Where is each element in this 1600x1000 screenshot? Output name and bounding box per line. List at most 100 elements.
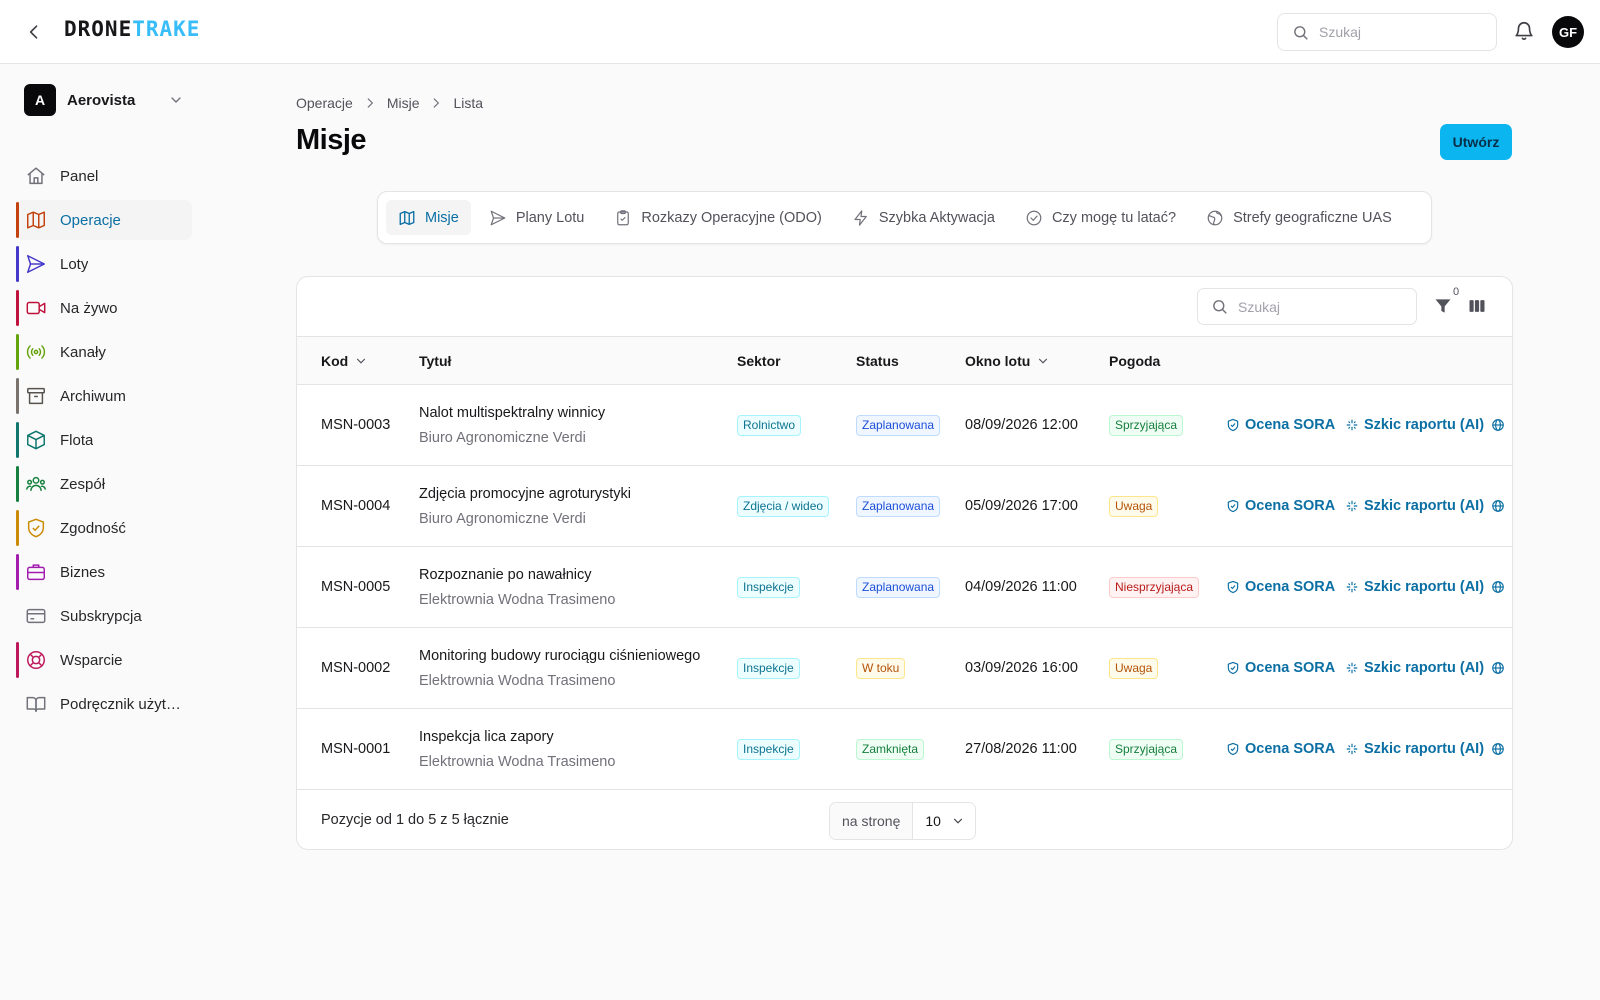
shield-check-icon [1227,418,1239,432]
chevron-left-icon [29,25,38,39]
user-avatar[interactable]: GF [1552,16,1584,48]
globe-icon[interactable] [1491,418,1505,432]
back-button[interactable] [22,20,46,44]
mission-title[interactable]: Zdjęcia promocyjne agroturystyki [419,486,631,502]
sidebar-item-podrecznik[interactable]: Podręcznik użytkownika [16,684,192,724]
sora-assessment-link[interactable]: Ocena SORA [1226,741,1335,757]
column-header-window[interactable]: Okno lotu [965,337,1050,385]
tab-plany-lotu[interactable]: Plany Lotu [477,200,597,235]
sidebar-item-kanaly[interactable]: Kanały [16,332,192,372]
sora-assessment-link[interactable]: Ocena SORA [1226,498,1335,514]
globe-icon[interactable] [1491,742,1505,756]
breadcrumb-item[interactable]: Misje [387,95,420,111]
lifebuoy-icon [27,651,45,669]
mission-title-cell: Rozpoznanie po nawałnicy Elektrownia Wod… [419,547,615,627]
status-badge: Zaplanowana [856,495,941,517]
mission-title[interactable]: Nalot multispektralny winnicy [419,405,605,421]
sidebar-item-wsparcie[interactable]: Wsparcie [16,640,192,680]
sidebar-item-operacje[interactable]: Operacje [16,200,192,240]
global-search-input[interactable] [1319,24,1479,40]
chevron-right-icon [434,98,440,108]
chevron-down-icon [1039,358,1048,364]
sora-assessment-link[interactable]: Ocena SORA [1226,417,1335,433]
org-name: Aerovista [67,91,136,109]
column-header-status: Status [856,353,899,369]
weather-badge: Uwaga [1109,495,1159,517]
flight-window: 08/09/2026 12:00 [965,417,1078,433]
per-page-select[interactable]: 10 [913,803,976,839]
table-row[interactable]: MSN-0001 Inspekcja lica zapory Elektrown… [297,709,1512,790]
logo[interactable]: DRONETRAKE [64,17,200,41]
columns-button[interactable] [1467,296,1489,318]
column-header-code[interactable]: Kod [321,337,368,385]
mission-code: MSN-0004 [321,498,391,514]
columns-icon [1469,300,1485,312]
mission-title[interactable]: Rozpoznanie po nawałnicy [419,567,592,583]
credit-card-icon [26,608,46,624]
mission-title-cell: Nalot multispektralny winnicy Biuro Agro… [419,385,605,465]
status-badge: Zaplanowana [856,576,941,598]
breadcrumb-item: Lista [453,95,484,111]
sidebar-accent-bar [16,510,19,546]
filter-button[interactable] [1433,296,1455,318]
sparkles-icon [1346,662,1358,674]
sidebar-item-loty[interactable]: Loty [16,244,192,284]
mission-title-cell: Monitoring budowy rurociągu ciśnienioweg… [419,628,700,708]
table-search-input[interactable] [1238,298,1398,315]
mission-code: MSN-0005 [321,579,391,595]
table-row[interactable]: MSN-0003 Nalot multispektralny winnicy B… [297,385,1512,466]
mission-client: Biuro Agronomiczne Verdi [419,510,586,527]
table-footer: Pozycje od 1 do 5 z 5 łącznie na stronę … [297,791,1512,849]
ai-report-draft-link[interactable]: Szkic raportu (AI) [1345,741,1484,757]
sidebar-item-flota[interactable]: Flota [16,420,192,460]
sidebar-item-zgodnosc[interactable]: Zgodność [16,508,192,548]
notifications-button[interactable] [1513,20,1537,44]
tab-czy-moge-tu-latac[interactable]: Czy mogę tu latać? [1013,200,1188,235]
sidebar-item-na-zywo[interactable]: Na żywo [16,288,192,328]
home-icon [27,167,45,185]
tab-szybka-aktywacja[interactable]: Szybka Aktywacja [840,200,1007,235]
ai-report-draft-link[interactable]: Szkic raportu (AI) [1345,417,1484,433]
table-row[interactable]: MSN-0005 Rozpoznanie po nawałnicy Elektr… [297,547,1512,628]
mission-title[interactable]: Inspekcja lica zapory [419,729,554,745]
tab-bar: Misje Plany Lotu Rozkazy Operacyjne (ODO… [377,191,1432,244]
globe-icon[interactable] [1491,499,1505,513]
sidebar-accent-bar [16,554,19,590]
globe-icon[interactable] [1491,661,1505,675]
chevron-right-icon [367,98,373,108]
mission-title[interactable]: Monitoring budowy rurociągu ciśnienioweg… [419,648,700,664]
mission-title-cell: Inspekcja lica zapory Elektrownia Wodna … [419,709,615,789]
sora-assessment-link[interactable]: Ocena SORA [1226,579,1335,595]
table-row[interactable]: MSN-0004 Zdjęcia promocyjne agroturystyk… [297,466,1512,547]
table-row[interactable]: MSN-0002 Monitoring budowy rurociągu ciś… [297,628,1512,709]
sidebar-accent-bar [16,642,19,678]
globe-icon[interactable] [1491,580,1505,594]
sora-assessment-link[interactable]: Ocena SORA [1226,660,1335,676]
tab-misje[interactable]: Misje [386,200,471,235]
mission-client: Elektrownia Wodna Trasimeno [419,672,616,689]
column-header-weather: Pogoda [1109,353,1161,369]
page-title: Misje [296,124,367,156]
breadcrumb-item[interactable]: Operacje [296,95,353,111]
tab-rozkazy-operacyjne[interactable]: Rozkazy Operacyjne (ODO) [602,200,834,235]
ai-report-draft-link[interactable]: Szkic raportu (AI) [1345,660,1484,676]
sidebar-item-subskrypcja[interactable]: Subskrypcja [16,596,192,636]
flight-window: 04/09/2026 11:00 [965,579,1077,595]
sidebar-item-zespol[interactable]: Zespół [16,464,192,504]
weather-badge: Sprzyjająca [1109,414,1184,436]
ai-report-draft-link[interactable]: Szkic raportu (AI) [1345,498,1484,514]
flight-window: 27/08/2026 11:00 [965,741,1077,757]
check-circle-icon [1026,210,1042,225]
org-switcher[interactable]: A Aerovista [24,84,184,116]
missions-table-card: 0 Kod Tytuł Sektor Status Okno lotu Pogo… [296,276,1513,850]
ai-report-draft-link[interactable]: Szkic raportu (AI) [1345,579,1484,595]
search-icon [1213,300,1227,314]
mission-title-cell: Zdjęcia promocyjne agroturystyki Biuro A… [419,466,631,546]
sidebar-item-archiwum[interactable]: Archiwum [16,376,192,416]
tab-strefy-geograficzne[interactable]: Strefy geograficzne UAS [1194,200,1404,235]
per-page-control: na stronę 10 [829,802,977,840]
sidebar-item-panel[interactable]: Panel [16,156,192,196]
sidebar-item-biznes[interactable]: Biznes [16,552,192,592]
create-button[interactable]: Utwórz [1440,124,1512,160]
per-page-label: na stronę [830,803,914,839]
